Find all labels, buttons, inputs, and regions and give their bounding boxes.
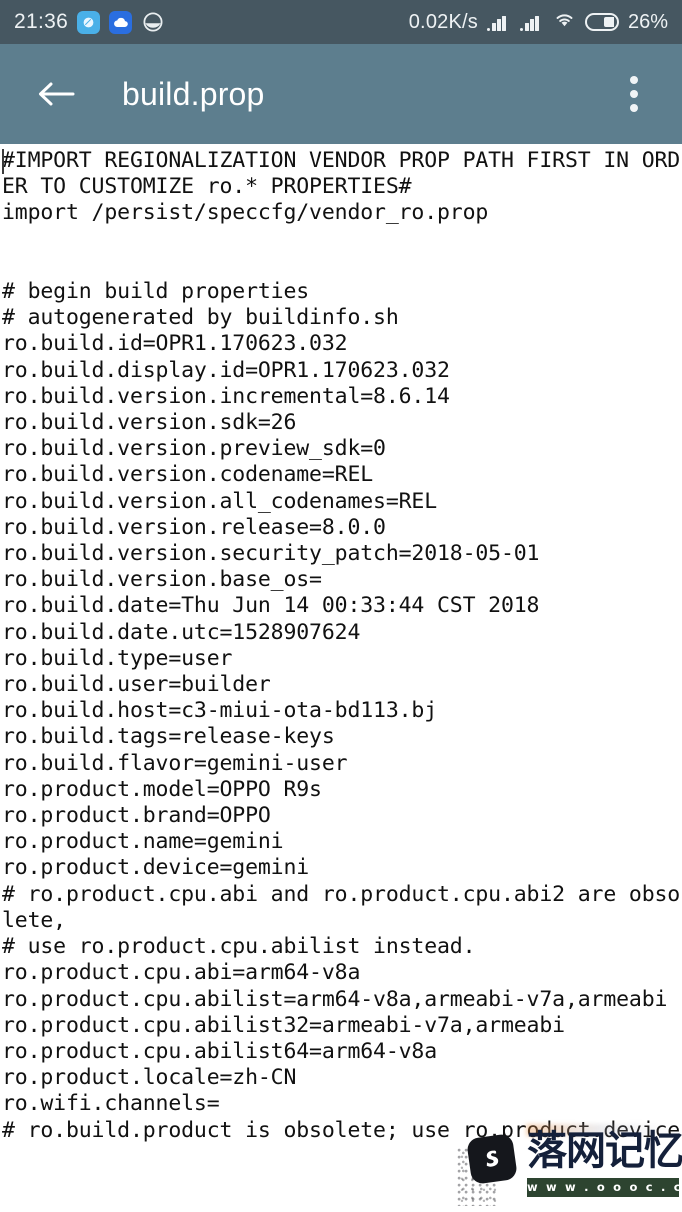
- file-content[interactable]: #IMPORT REGIONALIZATION VENDOR PROP PATH…: [0, 144, 682, 1144]
- overflow-menu-icon[interactable]: [612, 68, 656, 120]
- watermark-url: w w w . o o o c . c n: [527, 1178, 682, 1197]
- app-bar: build.prop: [0, 44, 682, 144]
- battery-icon: [584, 13, 619, 31]
- text-caret: [2, 149, 4, 174]
- wifi-icon: [553, 11, 576, 33]
- signal-bars-icon: [519, 14, 544, 31]
- bubble-icon: [77, 10, 101, 34]
- status-bar: 21:36 0.02K/s 26%: [0, 0, 682, 44]
- network-speed-text: 0.02K/s: [408, 10, 478, 33]
- status-bar-right: 0.02K/s 26%: [409, 11, 668, 34]
- battery-percent-text: 26%: [627, 10, 668, 33]
- signal-bars-icon: [486, 14, 511, 31]
- status-clock: 21:36: [14, 10, 69, 33]
- file-editor[interactable]: #IMPORT REGIONALIZATION VENDOR PROP PATH…: [0, 144, 682, 1212]
- back-arrow-icon[interactable]: [34, 72, 78, 116]
- watermark-smear: [457, 1148, 497, 1206]
- face-icon: [141, 11, 164, 34]
- cloud-icon: [109, 10, 133, 34]
- status-bar-left: 21:36: [14, 10, 164, 34]
- page-title: build.prop: [122, 75, 265, 112]
